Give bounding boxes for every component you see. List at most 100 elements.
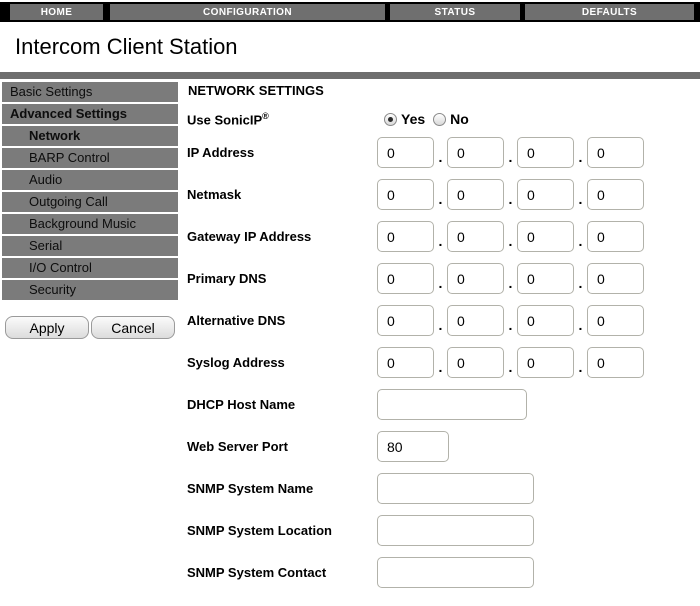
dhcp-host-name-row: DHCP Host Name xyxy=(187,389,700,420)
alternative-dns-label: Alternative DNS xyxy=(187,313,377,328)
gateway-octet-4[interactable] xyxy=(587,221,644,252)
syslog-octet-4[interactable] xyxy=(587,347,644,378)
primary-dns-octet-2[interactable] xyxy=(447,263,504,294)
octet-separator: . xyxy=(574,362,587,372)
gateway-octet-2[interactable] xyxy=(447,221,504,252)
apply-button[interactable]: Apply xyxy=(5,316,89,339)
octet-separator: . xyxy=(504,152,517,162)
ip-address-label: IP Address xyxy=(187,145,377,160)
octet-separator: . xyxy=(434,236,447,246)
netmask-octet-4[interactable] xyxy=(587,179,644,210)
primary-dns-octet-4[interactable] xyxy=(587,263,644,294)
octet-separator: . xyxy=(574,236,587,246)
radio-yes-icon[interactable] xyxy=(384,113,397,126)
octet-separator: . xyxy=(434,278,447,288)
octet-separator: . xyxy=(434,362,447,372)
octet-separator: . xyxy=(434,320,447,330)
content-area: Basic Settings Advanced Settings Network… xyxy=(0,82,700,588)
gateway-row: Gateway IP Address . . . xyxy=(187,221,700,252)
sidebar-button-row: Apply Cancel xyxy=(5,316,178,339)
netmask-octet-2[interactable] xyxy=(447,179,504,210)
netmask-octet-1[interactable] xyxy=(377,179,434,210)
ip-address-octet-3[interactable] xyxy=(517,137,574,168)
octet-separator: . xyxy=(574,320,587,330)
radio-no-icon[interactable] xyxy=(433,113,446,126)
octet-separator: . xyxy=(434,152,447,162)
sidebar-item-background-music[interactable]: Background Music xyxy=(2,214,178,234)
snmp-system-location-label: SNMP System Location xyxy=(187,523,377,538)
radio-no-label: No xyxy=(450,111,469,127)
alternative-dns-octet-1[interactable] xyxy=(377,305,434,336)
octet-separator: . xyxy=(574,152,587,162)
octet-separator: . xyxy=(504,194,517,204)
gateway-octet-3[interactable] xyxy=(517,221,574,252)
sonicip-yes-option[interactable]: Yes xyxy=(384,111,425,127)
sidebar-item-audio[interactable]: Audio xyxy=(2,170,178,190)
sidebar-item-advanced-settings[interactable]: Advanced Settings xyxy=(2,104,178,124)
snmp-system-location-row: SNMP System Location xyxy=(187,515,700,546)
web-server-port-label: Web Server Port xyxy=(187,439,377,454)
primary-dns-row: Primary DNS . . . xyxy=(187,263,700,294)
netmask-row: Netmask . . . xyxy=(187,179,700,210)
snmp-system-name-label: SNMP System Name xyxy=(187,481,377,496)
use-sonicip-label: Use SonicIP® xyxy=(187,111,377,127)
octet-separator: . xyxy=(434,194,447,204)
syslog-octet-3[interactable] xyxy=(517,347,574,378)
web-server-port-row: Web Server Port xyxy=(187,431,700,462)
nav-item-status[interactable]: STATUS xyxy=(390,4,520,20)
octet-separator: . xyxy=(574,194,587,204)
sidebar-item-serial[interactable]: Serial xyxy=(2,236,178,256)
syslog-octet-2[interactable] xyxy=(447,347,504,378)
octet-separator: . xyxy=(504,320,517,330)
use-sonicip-radio-group: Yes No xyxy=(384,111,469,127)
primary-dns-octet-1[interactable] xyxy=(377,263,434,294)
netmask-label: Netmask xyxy=(187,187,377,202)
snmp-system-location-input[interactable] xyxy=(377,515,534,546)
snmp-system-contact-row: SNMP System Contact xyxy=(187,557,700,588)
web-server-port-input[interactable] xyxy=(377,431,449,462)
primary-dns-octet-3[interactable] xyxy=(517,263,574,294)
top-nav-bar: HOME CONFIGURATION STATUS DEFAULTS xyxy=(0,2,700,22)
registered-trademark-symbol: ® xyxy=(262,111,269,121)
sidebar-menu: Basic Settings Advanced Settings Network… xyxy=(2,82,178,588)
ip-address-row: IP Address . . . xyxy=(187,137,700,168)
network-settings-form: NETWORK SETTINGS Use SonicIP® Yes No IP … xyxy=(187,82,700,588)
sonicip-no-option[interactable]: No xyxy=(433,111,469,127)
snmp-system-contact-input[interactable] xyxy=(377,557,534,588)
nav-item-defaults[interactable]: DEFAULTS xyxy=(525,4,694,20)
sidebar-item-network[interactable]: Network xyxy=(2,126,178,146)
syslog-row: Syslog Address . . . xyxy=(187,347,700,378)
title-divider-bar xyxy=(0,72,700,79)
cancel-button[interactable]: Cancel xyxy=(91,316,175,339)
alternative-dns-octet-2[interactable] xyxy=(447,305,504,336)
dhcp-host-name-label: DHCP Host Name xyxy=(187,397,377,412)
octet-separator: . xyxy=(574,278,587,288)
ip-address-octet-1[interactable] xyxy=(377,137,434,168)
syslog-label: Syslog Address xyxy=(187,355,377,370)
ip-address-octet-2[interactable] xyxy=(447,137,504,168)
netmask-octet-3[interactable] xyxy=(517,179,574,210)
syslog-octet-1[interactable] xyxy=(377,347,434,378)
sidebar-item-security[interactable]: Security xyxy=(2,280,178,300)
snmp-system-contact-label: SNMP System Contact xyxy=(187,565,377,580)
page-title: Intercom Client Station xyxy=(15,34,700,59)
gateway-octet-1[interactable] xyxy=(377,221,434,252)
sidebar-item-outgoing-call[interactable]: Outgoing Call xyxy=(2,192,178,212)
sidebar-item-io-control[interactable]: I/O Control xyxy=(2,258,178,278)
primary-dns-label: Primary DNS xyxy=(187,271,377,286)
alternative-dns-row: Alternative DNS . . . xyxy=(187,305,700,336)
alternative-dns-octet-4[interactable] xyxy=(587,305,644,336)
octet-separator: . xyxy=(504,278,517,288)
sidebar-item-barp-control[interactable]: BARP Control xyxy=(2,148,178,168)
section-heading: NETWORK SETTINGS xyxy=(188,84,700,97)
snmp-system-name-input[interactable] xyxy=(377,473,534,504)
alternative-dns-octet-3[interactable] xyxy=(517,305,574,336)
radio-yes-label: Yes xyxy=(401,111,425,127)
octet-separator: . xyxy=(504,362,517,372)
use-sonicip-row: Use SonicIP® Yes No xyxy=(187,109,700,129)
nav-item-configuration[interactable]: CONFIGURATION xyxy=(110,4,385,20)
nav-item-home[interactable]: HOME xyxy=(10,4,103,20)
ip-address-octet-4[interactable] xyxy=(587,137,644,168)
dhcp-host-name-input[interactable] xyxy=(377,389,527,420)
sidebar-item-basic-settings[interactable]: Basic Settings xyxy=(2,82,178,102)
